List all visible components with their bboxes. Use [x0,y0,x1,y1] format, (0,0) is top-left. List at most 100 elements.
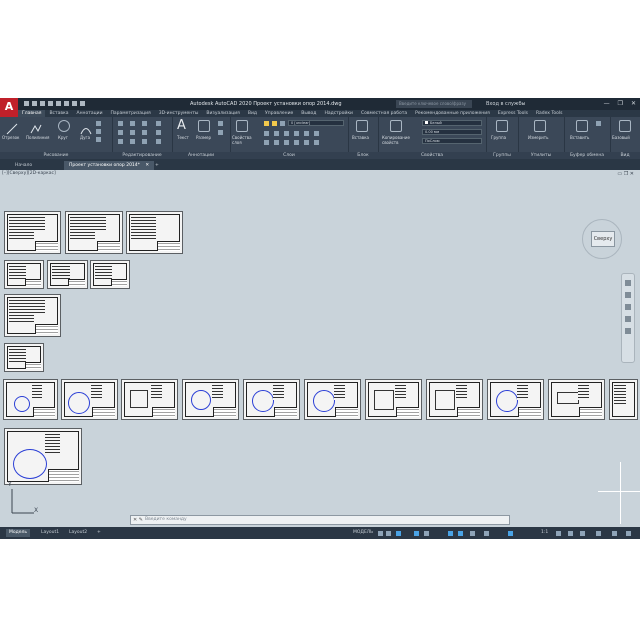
sheet-frame[interactable] [548,379,605,420]
circle-icon[interactable] [58,120,70,132]
transparency-icon[interactable] [484,531,489,536]
layer-lock-icon[interactable] [280,121,285,126]
doc-tab-drawing[interactable]: Проект установки опор 2014* ✕ [64,161,155,170]
tab-collaborate[interactable]: Совместная работа [357,110,411,117]
layer-tool-10-icon[interactable] [294,140,299,145]
sheet-frame[interactable] [121,379,178,420]
save-icon[interactable] [40,101,45,106]
showmotion-icon[interactable] [625,328,631,334]
erase-icon[interactable] [156,121,161,126]
steering-wheel-icon[interactable] [625,280,631,286]
layer-properties-icon[interactable] [236,120,248,132]
scale-icon[interactable] [130,139,135,144]
move-icon[interactable] [118,121,123,126]
tab-home[interactable]: Главная [18,110,46,117]
color-dropdown[interactable]: Белый [422,120,482,126]
tab-featured-apps[interactable]: Рекомендованные приложения [411,110,494,117]
layer-tool-9-icon[interactable] [284,140,289,145]
text-icon[interactable]: A [177,118,186,133]
open-web-icon[interactable] [56,101,61,106]
table-icon[interactable] [218,130,223,135]
tab-express-tools[interactable]: Express Tools [494,110,532,117]
stretch-icon[interactable] [118,139,123,144]
sheet-frame[interactable] [3,379,58,420]
viewcube[interactable]: Сверху [580,217,624,261]
sign-in-button[interactable]: Вход в службы [486,101,525,107]
layer-tool-6-icon[interactable] [314,131,319,136]
new-tab-button[interactable]: + [150,161,164,170]
isodraft-icon[interactable] [424,531,429,536]
panel-clipboard-label[interactable]: Буфер обмена [564,152,610,159]
sheet-frame[interactable] [4,211,61,254]
save-as-icon[interactable] [48,101,53,106]
application-menu-button[interactable]: A [0,98,18,117]
tab-view[interactable]: Вид [244,110,261,117]
tab-3d-tools[interactable]: 3D-инструменты [155,110,203,117]
layer-tool-7-icon[interactable] [264,140,269,145]
sheet-frame[interactable] [4,294,61,337]
sheet-frame[interactable] [126,211,183,254]
array-icon[interactable] [142,139,147,144]
sheet-frame[interactable] [243,379,300,420]
sheet-frame[interactable] [304,379,361,420]
polar-icon[interactable] [414,531,419,536]
search-input[interactable]: Введите ключевое слово/фразу [396,100,472,108]
redo-icon[interactable] [80,101,85,106]
tab-model[interactable]: Модель [6,529,31,537]
close-button[interactable]: ✕ [631,100,636,107]
ellipse-icon[interactable] [96,137,101,142]
match-properties-icon[interactable] [390,120,402,132]
tab-parametric[interactable]: Параметризация [107,110,155,117]
sheet-frame[interactable] [4,260,44,289]
workspace-gear-icon[interactable] [556,531,561,536]
viewport-controls-label[interactable]: [–][Сверху][2D-каркас] [2,171,56,176]
panel-groups-label[interactable]: Группы [486,152,518,159]
layer-tool-12-icon[interactable] [314,140,319,145]
tab-manage[interactable]: Управление [261,110,297,117]
sheet-frame[interactable] [609,379,638,420]
zoom-icon[interactable] [625,304,631,310]
tab-layout2[interactable]: Layout2 [66,529,90,537]
layer-tool-3-icon[interactable] [284,131,289,136]
object-snap-icon[interactable] [448,531,453,536]
sheet-frame[interactable] [4,428,82,485]
ortho-icon[interactable] [396,531,401,536]
layer-tool-4-icon[interactable] [294,131,299,136]
command-line-input[interactable]: ✕ ✎ Введите команду [130,515,510,525]
sheet-frame[interactable] [61,379,118,420]
viewcube-top-face[interactable]: Сверху [591,231,615,247]
panel-draw-label[interactable]: Рисование [0,152,112,159]
layer-tool-8-icon[interactable] [274,140,279,145]
units-icon[interactable] [580,531,585,536]
grid-icon[interactable] [378,531,383,536]
tab-radex-tools[interactable]: Radex Tools [532,110,567,117]
panel-utilities-label[interactable]: Утилиты [518,152,564,159]
sheet-frame[interactable] [487,379,544,420]
add-layout-button[interactable]: + [94,529,104,537]
fillet-icon[interactable] [142,130,147,135]
base-view-icon[interactable] [619,120,631,132]
object-tracking-icon[interactable] [458,531,463,536]
mirror-icon[interactable] [130,130,135,135]
isolate-objects-icon[interactable] [596,531,601,536]
pan-icon[interactable] [625,292,631,298]
panel-block-label[interactable]: Блок [348,152,378,159]
sheet-frame[interactable] [90,260,130,289]
sheet-frame[interactable] [4,343,44,372]
sheet-frame[interactable] [182,379,239,420]
annotation-scale-icon[interactable] [508,531,513,536]
layer-on-icon[interactable] [264,121,269,126]
panel-annotation-label[interactable]: Аннотации [172,152,230,159]
layer-tool-2-icon[interactable] [274,131,279,136]
tab-visualize[interactable]: Визуализация [202,110,243,117]
sheet-frame[interactable] [426,379,483,420]
customization-menu-icon[interactable] [626,531,631,536]
hatch-icon[interactable] [96,129,101,134]
lineweight-icon[interactable] [470,531,475,536]
explode-icon[interactable] [156,130,161,135]
orbit-icon[interactable] [625,316,631,322]
drawing-canvas[interactable]: [–][Сверху][2D-каркас] ▭ ❐ ✕ [0,170,640,525]
open-file-icon[interactable] [32,101,37,106]
panel-view-label[interactable]: Вид [610,152,640,159]
layer-tool-11-icon[interactable] [304,140,309,145]
